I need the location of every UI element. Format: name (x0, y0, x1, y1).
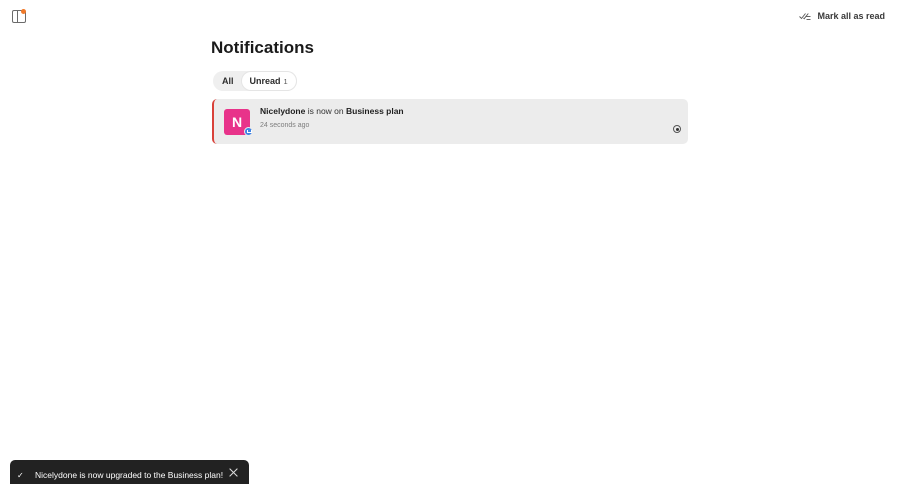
mark-all-read-label: Mark all as read (817, 11, 885, 21)
tab-all[interactable]: All (214, 72, 242, 90)
toast-message: Nicelydone is now upgraded to the Busine… (35, 470, 224, 480)
tab-unread-label: Unread (249, 76, 281, 86)
new-indicator-dot (21, 9, 26, 14)
page-title: Notifications (211, 38, 314, 57)
unread-count-badge: 1 (283, 76, 288, 86)
notification-message: Nicelydone is now on Business plan (260, 106, 404, 116)
notification-actor: Nicelydone (260, 106, 306, 116)
notification-timestamp: 24 seconds ago (260, 122, 310, 129)
notification-plan: Business plan (346, 106, 404, 116)
notification-item[interactable]: N Nicelydone is now on Business plan 24 … (212, 99, 688, 144)
toast-notification: ✓ Nicelydone is now upgraded to the Busi… (10, 460, 249, 484)
tab-unread[interactable]: Unread 1 (241, 72, 296, 90)
check-icon: ✓ (17, 470, 24, 480)
notification-tabs: All Unread 1 (213, 71, 297, 91)
mark-all-read-button[interactable]: Mark all as read (799, 11, 885, 21)
verified-badge-icon (244, 127, 253, 136)
close-icon[interactable] (229, 468, 238, 477)
mark-read-icon[interactable] (673, 125, 681, 133)
tab-all-label: All (222, 76, 234, 86)
notification-text: is now on (305, 106, 346, 116)
double-check-icon (799, 13, 811, 20)
